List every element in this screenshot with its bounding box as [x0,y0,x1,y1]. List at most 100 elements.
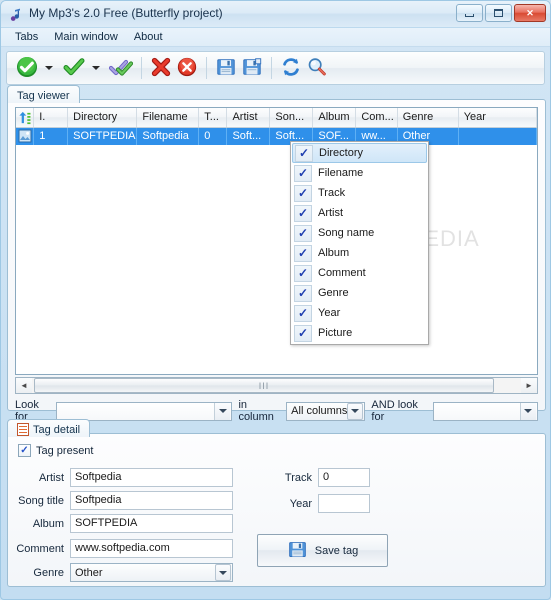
toolbar-remove-button[interactable] [148,55,174,81]
column-chooser-menu[interactable]: ✓ Directory ✓ Filename ✓ Track ✓ Artist … [290,141,429,345]
album-label: Album [32,517,64,530]
check-icon[interactable]: ✓ [294,224,312,242]
tag-table[interactable]: I. Directory Filename T... Artist Son...… [15,107,538,375]
artist-field-row: Artist Softpedia [12,468,233,487]
application-window: My Mp3's 2.0 Free (Butterfly project) ✕ … [0,0,551,600]
menu-item-genre[interactable]: ✓ Genre [292,283,427,303]
music-note-icon [9,7,25,23]
menu-item-label: Artist [318,207,344,219]
menu-item-picture[interactable]: ✓ Picture [292,323,427,343]
menu-item-main-window[interactable]: Main window [46,29,126,45]
column-header-album[interactable]: Album [313,108,357,127]
toolbar-refresh-button[interactable] [278,55,304,81]
check-icon[interactable]: ✓ [294,264,312,282]
column-header-artist[interactable]: Artist [227,108,271,127]
column-header-index[interactable]: I. [34,108,69,127]
minimize-button[interactable] [456,4,483,22]
save-floppy-icon [215,56,237,81]
check-icon[interactable]: ✓ [294,184,312,202]
toolbar-check-all-button[interactable] [13,55,41,81]
menu-item-label: Year [318,307,341,319]
toolbar-separator [271,57,272,79]
menu-item-label: Picture [318,327,353,339]
tag-detail-tab-strip: Tag detail [7,419,91,437]
genre-label: Genre [33,566,64,579]
chevron-down-icon [524,409,533,413]
toolbar-save-button[interactable] [213,55,239,81]
toolbar-save-as-button[interactable] [239,55,265,81]
in-column-combo[interactable]: All columns [286,401,366,421]
menu-item-year[interactable]: ✓ Year [292,303,427,323]
and-look-for-combo[interactable] [432,401,538,421]
menu-item-about[interactable]: About [126,29,171,45]
song-title-field[interactable]: Softpedia [70,491,233,510]
menu-item-track[interactable]: ✓ Track [292,183,427,203]
scrollbar-track[interactable]: III [32,378,521,393]
check-icon[interactable]: ✓ [294,164,312,182]
year-field[interactable] [318,494,370,513]
maximize-button[interactable] [485,4,512,22]
minimize-icon [465,13,474,17]
refresh-icon [280,56,302,81]
tag-present-label: Tag present [36,444,94,457]
genre-value: Other [75,566,103,579]
check-icon[interactable]: ✓ [295,144,313,162]
check-icon[interactable]: ✓ [294,204,312,222]
tag-present-checkbox[interactable]: ✓ [18,444,31,457]
column-header-directory[interactable]: Directory [68,108,138,127]
column-header-sort[interactable] [16,108,35,128]
album-field[interactable]: SOFTPEDIA [70,514,233,533]
genre-dropdown-button[interactable] [215,564,231,581]
and-look-for-dropdown-button[interactable] [519,402,536,420]
menu-item-tabs[interactable]: Tabs [7,29,46,45]
sort-updown-icon [17,111,32,128]
menu-item-song-name[interactable]: ✓ Song name [292,223,427,243]
look-for-combo[interactable] [56,401,233,421]
scrollbar-thumb[interactable]: III [34,378,494,393]
track-field[interactable]: 0 [318,468,370,487]
chevron-down-icon [218,409,227,413]
look-for-dropdown-button[interactable] [214,402,231,420]
comment-field[interactable]: www.softpedia.com [70,539,233,558]
scroll-left-arrow-icon[interactable]: ◄ [16,378,32,393]
toolbar-check-button[interactable] [60,55,88,81]
check-icon[interactable]: ✓ [294,284,312,302]
toolbar-cancel-button[interactable] [174,55,200,81]
toolbar-search-button[interactable] [304,55,330,81]
column-header-year[interactable]: Year [459,108,537,127]
menu-item-album[interactable]: ✓ Album [292,243,427,263]
column-header-filename[interactable]: Filename [137,108,200,127]
menu-item-directory[interactable]: ✓ Directory [292,143,427,163]
column-header-track[interactable]: T... [199,108,228,127]
column-header-song-name[interactable]: Son... [270,108,314,127]
table-row[interactable]: 1 SOFTPEDIA Softpedia 0 Soft... Soft... … [16,128,537,145]
window-title: My Mp3's 2.0 Free (Butterfly project) [29,6,223,20]
menu-item-filename[interactable]: ✓ Filename [292,163,427,183]
genre-combo[interactable]: Other [70,563,233,582]
toolbar-check-selected-button[interactable] [107,55,135,81]
column-header-comment[interactable]: Com... [356,108,398,127]
check-icon[interactable]: ✓ [294,304,312,322]
tab-tag-detail[interactable]: Tag detail [7,419,91,437]
toolbar-check-dropdown[interactable] [88,55,107,81]
cell-filename: Softpedia [137,128,200,145]
menu-item-comment[interactable]: ✓ Comment [292,263,427,283]
column-header-genre[interactable]: Genre [398,108,459,127]
table-horizontal-scrollbar[interactable]: ◄ III ► [15,377,538,394]
comment-field-row: Comment www.softpedia.com [12,539,233,558]
tab-tag-detail-label: Tag detail [33,423,81,436]
in-column-dropdown-button[interactable] [347,402,364,420]
artist-field[interactable]: Softpedia [70,468,233,487]
save-tag-button[interactable]: Save tag [257,534,388,567]
toolbar-check-all-dropdown[interactable] [41,55,60,81]
menu-item-label: Genre [318,287,349,299]
close-button[interactable]: ✕ [514,4,546,22]
check-icon[interactable]: ✓ [294,324,312,342]
menu-item-artist[interactable]: ✓ Artist [292,203,427,223]
tag-present-row[interactable]: ✓ Tag present [18,444,93,457]
scroll-right-arrow-icon[interactable]: ► [521,378,537,393]
search-magnifier-icon [306,56,328,81]
tab-tag-viewer[interactable]: Tag viewer [7,85,80,103]
close-icon: ✕ [526,7,534,18]
check-icon[interactable]: ✓ [294,244,312,262]
